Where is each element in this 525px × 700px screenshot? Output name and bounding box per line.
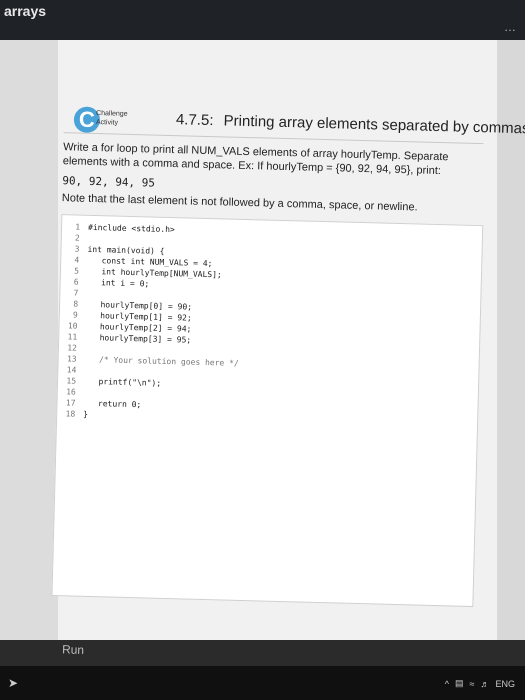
line-number: 2 bbox=[74, 233, 80, 243]
sample-output: 90, 92, 94, 95 bbox=[62, 174, 156, 190]
line-numbers: 1 2 3 4 5 6 7 8 9 10 11 12 13 14 15 16 17 18 bbox=[57, 221, 80, 419]
activity-number: 4.7.5: bbox=[175, 111, 214, 130]
activity-description: Write a for loop to print all NUM_VALS e… bbox=[62, 141, 449, 178]
code-editor[interactable]: 1 2 3 4 5 6 7 8 9 10 11 12 13 14 15 16 17 18 #include <st… bbox=[51, 214, 484, 608]
activity-title-text: Printing array elements separated by com… bbox=[223, 112, 525, 138]
line-number: 8 bbox=[73, 299, 79, 309]
line-number: 9 bbox=[72, 310, 78, 320]
language-indicator[interactable]: ENG bbox=[495, 679, 515, 689]
run-button[interactable]: Run bbox=[62, 642, 182, 661]
line-number: 10 bbox=[67, 321, 78, 331]
badge-label: Challenge Activity bbox=[95, 110, 128, 127]
line-number: 4 bbox=[74, 255, 80, 265]
window-title-bar: arrays … bbox=[0, 0, 525, 40]
more-options-icon[interactable]: … bbox=[504, 20, 517, 34]
line-number: 11 bbox=[67, 332, 78, 342]
line-number: 1 bbox=[75, 222, 81, 232]
code-text[interactable]: #include <stdio.h> int main(void) { cons… bbox=[83, 222, 242, 424]
challenge-activity: C Challenge Activity 4.7.5: Printing arr… bbox=[43, 40, 525, 611]
line-number: 18 bbox=[65, 409, 76, 419]
line-number: 16 bbox=[66, 387, 76, 397]
volume-icon[interactable]: ♬ bbox=[480, 679, 489, 689]
line-number: 12 bbox=[67, 343, 78, 353]
activity-panel: C Challenge Activity 4.7.5: Printing arr… bbox=[51, 40, 525, 640]
activity-title: 4.7.5: Printing array elements separated… bbox=[176, 111, 525, 137]
line-number: 17 bbox=[65, 398, 76, 408]
screen: arrays … C Challenge Activity 4.7.5: Pri… bbox=[0, 0, 525, 700]
wifi-icon[interactable]: ≈ bbox=[470, 679, 475, 689]
line-number: 3 bbox=[74, 244, 80, 254]
network-icon[interactable]: ▤ bbox=[455, 678, 464, 689]
system-tray: ^ ▤ ≈ ♬ ENG bbox=[445, 678, 515, 689]
activity-note: Note that the last element is not follow… bbox=[61, 192, 418, 214]
window-title: arrays bbox=[4, 3, 47, 19]
chevron-up-icon[interactable]: ^ bbox=[445, 679, 449, 689]
arrow-icon[interactable]: ➤ bbox=[8, 676, 18, 690]
line-number: 6 bbox=[73, 277, 79, 287]
line-number: 15 bbox=[66, 376, 77, 386]
line-number: 14 bbox=[66, 365, 77, 375]
line-number: 7 bbox=[73, 288, 79, 298]
line-number: 5 bbox=[74, 266, 80, 276]
line-number: 13 bbox=[66, 354, 77, 364]
taskbar: ➤ ^ ▤ ≈ ♬ ENG bbox=[0, 666, 525, 700]
